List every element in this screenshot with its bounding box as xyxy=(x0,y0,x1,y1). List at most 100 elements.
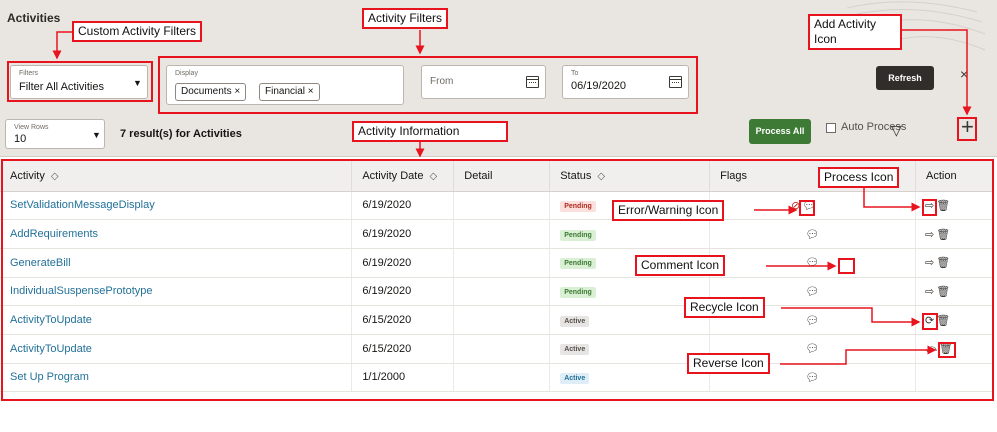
activity-link[interactable]: SetValidationMessageDisplay xyxy=(0,191,353,221)
sort-icon[interactable]: ◇ xyxy=(429,171,437,182)
to-date-input[interactable]: To 06/19/2020 xyxy=(562,65,689,99)
activity-date: 6/19/2020 xyxy=(351,248,455,278)
flags-cell: 💬︎ xyxy=(709,248,916,278)
comment-icon[interactable]: 💬︎ xyxy=(806,342,820,355)
table-row: ActivityToUpdate 6/15/2020 Active 💬︎ ⟳ 🗑︎ xyxy=(0,305,995,335)
display-label: Display xyxy=(175,70,198,77)
activity-detail xyxy=(453,277,551,307)
delete-icon[interactable]: 🗑︎ xyxy=(936,285,950,298)
action-cell: ⟳ 🗑︎ xyxy=(915,305,995,335)
to-label: To xyxy=(571,70,579,77)
display-select[interactable]: Display Documents × Financial × xyxy=(166,65,404,105)
reverse-icon[interactable]: ⤺ xyxy=(925,343,937,356)
view-rows-value: 10 xyxy=(14,133,27,145)
process-icon[interactable]: ⇨ xyxy=(925,256,934,269)
calendar-icon[interactable] xyxy=(526,76,539,88)
activities-table: Activity ◇ Activity Date ◇ Detail Status ◇ … xyxy=(0,161,995,393)
delete-icon[interactable]: 🗑︎ xyxy=(936,314,950,327)
column-header-activity-date[interactable]: Activity Date ◇ xyxy=(351,161,455,192)
sort-icon[interactable]: ◇ xyxy=(51,171,59,182)
chevron-down-icon: ▼ xyxy=(133,78,142,88)
comment-icon[interactable]: 💬︎ xyxy=(806,371,820,384)
activity-link[interactable]: ActivityToUpdate xyxy=(0,305,353,335)
chevron-down-icon: ▼ xyxy=(92,130,101,140)
activity-link[interactable]: Set Up Program xyxy=(0,363,353,393)
flags-cell: ⊘ 💬︎ xyxy=(709,191,916,221)
comment-icon[interactable]: 💬︎ xyxy=(806,256,820,269)
status-badge: Pending xyxy=(560,258,596,270)
activity-link[interactable]: ActivityToUpdate xyxy=(0,334,353,364)
activity-link[interactable]: IndividualSuspensePrototype xyxy=(0,277,353,307)
comment-icon[interactable]: 💬︎ xyxy=(806,314,820,327)
activity-link[interactable]: AddRequirements xyxy=(0,219,353,249)
from-date-input[interactable]: From xyxy=(421,65,546,99)
recycle-icon[interactable]: ⟳ xyxy=(925,314,934,327)
delete-icon[interactable]: 🗑︎ xyxy=(939,342,953,355)
activity-date: 6/15/2020 xyxy=(351,305,455,335)
delete-icon[interactable]: 🗑︎ xyxy=(936,228,950,241)
activity-link[interactable]: GenerateBill xyxy=(0,248,353,278)
plus-icon[interactable]: + xyxy=(961,116,974,138)
column-header-activity[interactable]: Activity ◇ xyxy=(0,161,353,192)
display-chip-documents[interactable]: Documents × xyxy=(175,83,247,101)
status-cell: Active xyxy=(549,363,711,393)
table-row: ActivityToUpdate 6/15/2020 Active 💬︎ ⤺ 🗑︎ xyxy=(0,334,995,364)
view-rows-label: View Rows xyxy=(14,124,49,131)
close-icon[interactable]: × xyxy=(960,66,968,82)
activity-detail xyxy=(453,334,551,364)
annotation-activity-information: Activity Information xyxy=(352,121,508,142)
auto-process-checkbox[interactable] xyxy=(826,123,836,133)
table-row: Set Up Program 1/1/2000 Active 💬︎ xyxy=(0,363,995,393)
delete-icon[interactable]: 🗑︎ xyxy=(936,256,950,269)
status-badge: Pending xyxy=(560,286,596,298)
funnel-icon[interactable]: ▽ xyxy=(891,122,902,139)
from-placeholder: From xyxy=(430,76,454,87)
page-title: Activities xyxy=(7,11,61,25)
status-badge: Active xyxy=(560,372,590,384)
process-icon[interactable]: ⇨ xyxy=(925,199,934,212)
annotation-custom-filters: Custom Activity Filters xyxy=(72,21,203,42)
process-icon[interactable]: ⇨ xyxy=(925,285,934,298)
action-cell: ⇨ 🗑︎ xyxy=(915,219,995,249)
activity-detail xyxy=(453,305,551,335)
process-icon[interactable]: ⇨ xyxy=(925,228,934,241)
table-row: SetValidationMessageDisplay 6/19/2020 Pe… xyxy=(0,191,995,221)
comment-icon[interactable]: 💬︎ xyxy=(802,199,816,212)
filters-value: Filter All Activities xyxy=(19,81,104,93)
process-all-button[interactable]: Process All xyxy=(749,119,811,144)
delete-icon[interactable]: 🗑︎ xyxy=(936,199,950,212)
action-cell: ⇨ 🗑︎ xyxy=(915,248,995,278)
activity-detail xyxy=(453,191,551,221)
table-row: IndividualSuspensePrototype 6/19/2020 Pe… xyxy=(0,277,995,307)
calendar-icon[interactable] xyxy=(669,76,682,88)
status-badge: Pending xyxy=(560,200,596,212)
flags-cell: 💬︎ xyxy=(709,219,916,249)
action-cell xyxy=(915,363,995,393)
results-count: 7 result(s) for Activities xyxy=(120,128,242,140)
annotation-add-activity: Add Activity Icon xyxy=(808,14,902,50)
annotation-reverse-icon: Reverse Icon xyxy=(687,353,770,374)
sort-icon[interactable]: ◇ xyxy=(597,171,605,182)
filters-label: Filters xyxy=(19,70,39,77)
column-header-action: Action xyxy=(915,161,995,192)
comment-icon[interactable]: 💬︎ xyxy=(806,228,820,241)
activity-date: 6/19/2020 xyxy=(351,191,455,221)
comment-icon[interactable]: 💬︎ xyxy=(806,285,820,298)
filters-select[interactable]: Filters Filter All Activities ▼ xyxy=(10,65,148,99)
activity-date: 6/15/2020 xyxy=(351,334,455,364)
table-row: AddRequirements 6/19/2020 Pending 💬︎ ⇨ 🗑︎ xyxy=(0,219,995,249)
error-icon[interactable]: ⊘ xyxy=(791,199,800,212)
annotation-activity-filters: Activity Filters xyxy=(362,8,449,29)
view-rows-select[interactable]: View Rows 10 ▼ xyxy=(5,119,105,149)
activity-date: 6/19/2020 xyxy=(351,219,455,249)
column-header-detail: Detail xyxy=(453,161,551,192)
refresh-button[interactable]: Refresh xyxy=(876,66,934,90)
status-badge: Active xyxy=(560,344,590,356)
display-chip-financial[interactable]: Financial × xyxy=(259,83,320,101)
to-value: 06/19/2020 xyxy=(571,80,627,92)
annotation-error-icon: Error/Warning Icon xyxy=(612,200,725,221)
activity-detail xyxy=(453,363,551,393)
annotation-process-icon: Process Icon xyxy=(818,167,900,188)
status-cell: Pending xyxy=(549,219,711,249)
column-header-status[interactable]: Status ◇ xyxy=(549,161,711,192)
